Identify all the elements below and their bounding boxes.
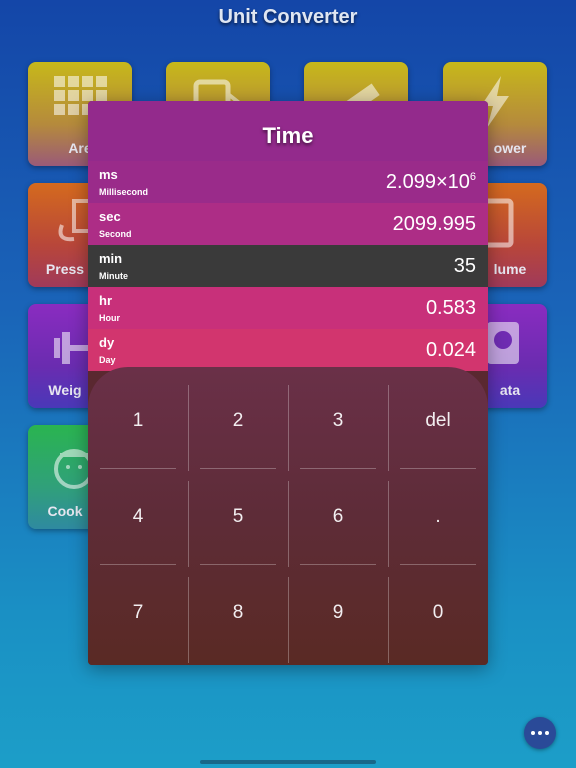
time-converter-modal: Time ms Millisecond 2.099×106 sec Second… <box>88 101 488 665</box>
keypad-divider <box>188 481 189 567</box>
unit-abbr: hr <box>99 293 112 308</box>
unit-name: Millisecond <box>99 187 149 197</box>
more-options-button[interactable] <box>524 717 556 749</box>
modal-header: Time <box>88 101 488 161</box>
ellipsis-icon <box>538 731 542 735</box>
unit-value: 2.099×106 <box>386 171 476 194</box>
keypad-divider <box>188 385 189 471</box>
unit-value-mantissa: 2.099×10 <box>385 171 470 193</box>
unit-row-millisecond[interactable]: ms Millisecond 2.099×106 <box>88 161 488 203</box>
keypad-divider <box>188 577 189 663</box>
home-indicator[interactable] <box>200 760 376 764</box>
unit-value: 0.024 <box>425 339 476 361</box>
keypad-divider <box>200 468 276 469</box>
unit-row-hour[interactable]: hr Hour 0.583 <box>88 287 488 329</box>
unit-value-exponent: 6 <box>469 171 476 183</box>
unit-abbr: min <box>99 251 123 266</box>
unit-name: Second <box>99 229 132 239</box>
ellipsis-icon <box>545 731 549 735</box>
unit-name: Minute <box>99 271 128 281</box>
unit-name: Day <box>99 355 116 365</box>
keypad-divider <box>200 564 276 565</box>
unit-name: Hour <box>99 313 120 323</box>
key-2[interactable]: 2 <box>188 373 288 469</box>
key-decimal[interactable]: . <box>388 469 488 565</box>
unit-row-day[interactable]: dy Day 0.024 <box>88 329 488 371</box>
unit-abbr: dy <box>99 335 115 350</box>
keypad-divider <box>400 564 476 565</box>
unit-abbr: ms <box>99 167 118 182</box>
keypad-divider <box>288 385 289 471</box>
unit-abbr: sec <box>99 209 121 224</box>
keypad: 1 2 3 del 4 5 6 . 7 8 9 0 <box>88 367 488 665</box>
app-title: Unit Converter <box>218 6 358 28</box>
key-4[interactable]: 4 <box>88 469 188 565</box>
keypad-divider <box>100 564 176 565</box>
key-0[interactable]: 0 <box>388 565 488 661</box>
keypad-divider <box>100 468 176 469</box>
keypad-divider <box>300 468 376 469</box>
ellipsis-icon <box>531 731 535 735</box>
unit-row-second[interactable]: sec Second 2099.995 <box>88 203 488 245</box>
unit-value: 2099.995 <box>392 213 476 235</box>
unit-value: 0.583 <box>425 297 476 319</box>
keypad-divider <box>288 577 289 663</box>
keypad-divider <box>388 577 389 663</box>
key-delete[interactable]: del <box>388 373 488 469</box>
keypad-divider <box>388 481 389 567</box>
key-9[interactable]: 9 <box>288 565 388 661</box>
key-6[interactable]: 6 <box>288 469 388 565</box>
unit-value: 35 <box>453 255 476 277</box>
key-5[interactable]: 5 <box>188 469 288 565</box>
key-3[interactable]: 3 <box>288 373 388 469</box>
modal-title: Time <box>262 123 314 148</box>
key-1[interactable]: 1 <box>88 373 188 469</box>
key-8[interactable]: 8 <box>188 565 288 661</box>
keypad-divider <box>288 481 289 567</box>
unit-row-minute[interactable]: min Minute 35 <box>88 245 488 287</box>
key-7[interactable]: 7 <box>88 565 188 661</box>
keypad-divider <box>400 468 476 469</box>
keypad-divider <box>300 564 376 565</box>
keypad-divider <box>388 385 389 471</box>
